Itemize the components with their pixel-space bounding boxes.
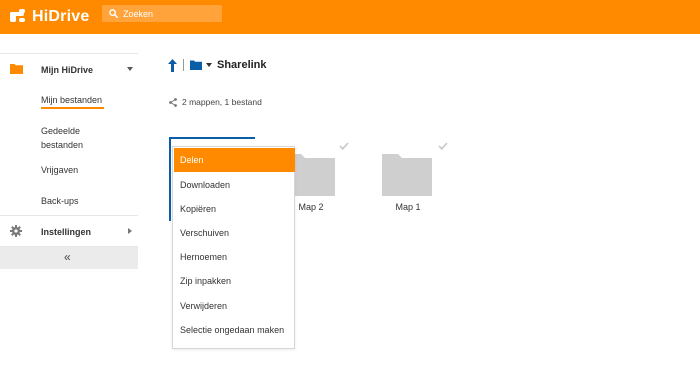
menu-item-hernoemen[interactable]: Hernoemen	[174, 245, 295, 269]
double-chevron-left-icon: «	[64, 250, 71, 264]
page-title: Sharelink	[217, 59, 267, 71]
sidebar-item-vrijgaven[interactable]: Vrijgaven	[0, 158, 138, 189]
folder-item[interactable]: Map 1	[378, 142, 448, 216]
sidebar-item-label: Vrijgaven	[41, 165, 79, 175]
context-menu: Delen Downloaden Kopiëren Verschuiven He…	[172, 146, 295, 349]
folder-icon	[10, 64, 23, 74]
folder-info-text: 2 mappen, 1 bestand	[182, 97, 262, 107]
menu-item-selectie-ongedaan-maken[interactable]: Selectie ongedaan maken	[174, 318, 295, 342]
sidebar-item-mijn-bestanden[interactable]: Mijn bestanden	[0, 85, 138, 116]
folder-info: 2 mappen, 1 bestand	[169, 97, 262, 107]
folder-name: Map 1	[395, 202, 421, 212]
menu-item-verwijderen[interactable]: Verwijderen	[174, 294, 295, 318]
checkmark-icon[interactable]	[339, 142, 349, 150]
breadcrumb-separator	[183, 59, 184, 71]
sidebar-section-mijn-hidrive[interactable]: Mijn HiDrive	[0, 54, 138, 85]
sidebar-item-gedeelde-bestanden[interactable]: Gedeelde bestanden	[0, 119, 138, 155]
chevron-down-icon[interactable]	[127, 67, 133, 71]
menu-item-kopieren[interactable]: Kopiëren	[174, 197, 295, 221]
menu-item-zip-inpakken[interactable]: Zip inpakken	[174, 269, 295, 293]
active-indicator	[41, 107, 104, 109]
menu-item-downloaden[interactable]: Downloaden	[174, 173, 295, 197]
chevron-down-icon[interactable]	[206, 63, 212, 67]
menu-item-delen[interactable]: Delen	[174, 148, 295, 172]
top-bar: HiDrive	[0, 0, 700, 34]
sidebar-section-label: Instellingen	[41, 227, 92, 237]
sidebar-item-label: Gedeelde bestanden	[41, 126, 84, 150]
sidebar-item-label: Back-ups	[41, 196, 79, 206]
share-icon	[169, 97, 177, 107]
search-input[interactable]	[123, 8, 218, 19]
folder-icon	[382, 154, 432, 196]
breadcrumb: Sharelink	[168, 58, 267, 72]
search-box[interactable]	[102, 5, 222, 22]
sidebar-item-label: Mijn bestanden	[41, 95, 103, 105]
collapse-sidebar-button[interactable]: «	[0, 247, 138, 269]
app-logo[interactable]: HiDrive	[10, 6, 89, 28]
chevron-right-icon[interactable]	[128, 228, 132, 234]
folder-icon[interactable]	[190, 60, 202, 70]
sidebar-section-instellingen[interactable]: Instellingen	[0, 216, 138, 247]
menu-item-verschuiven[interactable]: Verschuiven	[174, 221, 295, 245]
app-name: HiDrive	[32, 8, 90, 25]
gear-icon	[10, 225, 22, 237]
up-arrow-icon[interactable]	[168, 58, 177, 72]
checkmark-icon[interactable]	[438, 142, 448, 150]
search-icon	[109, 9, 118, 18]
logo-icon	[10, 9, 26, 25]
sidebar-section-label: Mijn HiDrive	[41, 65, 94, 75]
